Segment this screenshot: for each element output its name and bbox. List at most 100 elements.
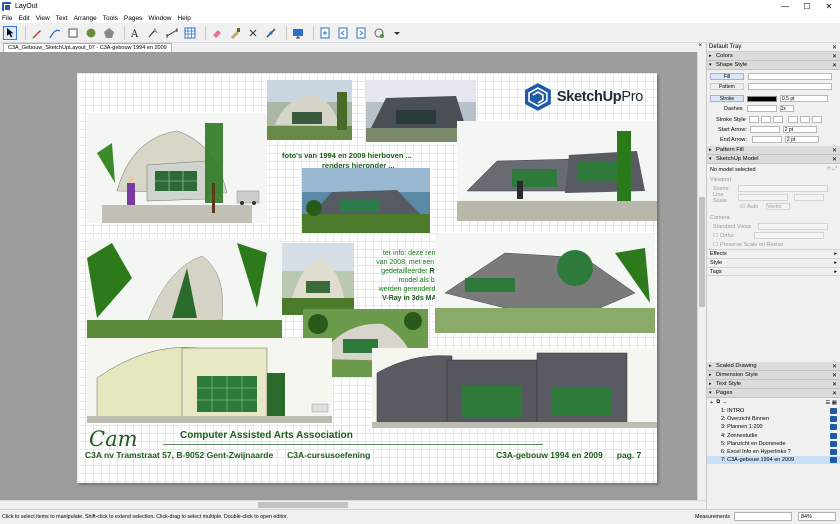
close-window-button[interactable]: ✕	[818, 0, 840, 13]
close-panel-icon[interactable]: ✕	[832, 372, 837, 379]
auto-checkbox[interactable]: ☑	[740, 204, 745, 210]
close-document-icon[interactable]: ×	[698, 43, 702, 49]
render-image-side-left[interactable]	[87, 238, 282, 338]
elevation-image-left[interactable]	[87, 338, 332, 423]
end-arrow-select[interactable]	[751, 136, 782, 143]
tray-close-icon[interactable]: ✕	[832, 44, 837, 51]
cap-style-button[interactable]	[772, 116, 783, 123]
layout-page[interactable]: SketchUpPro foto's van 1994 en 2009 hier…	[77, 73, 657, 483]
page-item-selected[interactable]: 7: C3A-gebouw 1994 en 2009	[707, 456, 840, 465]
page-item[interactable]: 5: Planzicht en Doorsnede	[707, 440, 840, 448]
next-page-icon[interactable]	[354, 26, 368, 40]
scene-select[interactable]	[738, 185, 828, 192]
panel-shape-style[interactable]: ▾ Shape Style ✕	[707, 61, 840, 70]
cap-style-button[interactable]	[760, 116, 771, 123]
presentation-icon[interactable]	[291, 26, 305, 40]
tags-label[interactable]: Tags	[710, 269, 722, 275]
zoom-select[interactable]: 84%	[798, 512, 836, 521]
stroke-color-swatch[interactable]	[747, 95, 777, 102]
panel-scaled-drawing[interactable]: ▸ Scaled Drawing ✕	[707, 362, 840, 371]
panel-pages[interactable]: ▾ Pages ✕	[707, 389, 840, 398]
stroke-button[interactable]: Stroke	[710, 95, 744, 102]
close-panel-icon[interactable]: ✕	[832, 381, 837, 388]
join-style-button[interactable]	[799, 116, 810, 123]
pattern-field[interactable]	[748, 83, 832, 90]
minimize-button[interactable]: —	[774, 0, 796, 13]
menu-text[interactable]: Text	[56, 15, 68, 22]
panel-pattern-fill[interactable]: ▸ Pattern Fill ✕	[707, 146, 840, 155]
document-tab[interactable]: C3A_Gebouw_SketchUpLayout_07 - C3A-gebou…	[3, 43, 172, 52]
scale-select[interactable]	[794, 194, 824, 201]
close-panel-icon[interactable]: ✕	[832, 390, 837, 397]
menu-window[interactable]: Window	[148, 15, 171, 22]
menu-view[interactable]: View	[36, 15, 50, 22]
start-arrow-size[interactable]: 2 pt	[782, 126, 817, 133]
circle-tool-icon[interactable]	[84, 26, 98, 40]
menu-pages[interactable]: Pages	[124, 15, 142, 22]
start-arrow-select[interactable]	[749, 126, 780, 133]
eraser-tool-icon[interactable]	[210, 26, 224, 40]
share-icon[interactable]	[372, 26, 386, 40]
drawing-canvas[interactable]: SketchUpPro foto's van 1994 en 2009 hier…	[0, 52, 697, 500]
horizontal-scrollbar[interactable]	[0, 500, 706, 509]
render-image-front-right[interactable]	[457, 121, 657, 221]
style-label[interactable]: Style	[710, 260, 722, 266]
chevron-right-icon[interactable]: ▸	[834, 251, 837, 257]
rectangle-tool-icon[interactable]	[66, 26, 80, 40]
join-style-button[interactable]	[811, 116, 822, 123]
end-arrow-size[interactable]: 2 pt	[784, 136, 819, 143]
panel-sketchup-model[interactable]: ▾ SketchUp Model ✕	[707, 155, 840, 164]
refresh-icon[interactable]: ⟳ ⤢	[826, 166, 837, 173]
vertical-scrollbar[interactable]	[697, 52, 706, 500]
table-tool-icon[interactable]	[183, 26, 197, 40]
close-panel-icon[interactable]: ✕	[832, 147, 837, 154]
page-item[interactable]: 1: INTRO	[707, 407, 840, 415]
polygon-tool-icon[interactable]	[102, 26, 116, 40]
close-panel-icon[interactable]: ✕	[832, 156, 837, 163]
panel-colors[interactable]: ▸ Colors ✕	[707, 52, 840, 61]
dashes-scale-field[interactable]: 1x	[779, 105, 794, 112]
cap-style-button[interactable]	[748, 116, 759, 123]
menu-arrange[interactable]: Arrange	[74, 15, 97, 22]
add-page-icon[interactable]	[318, 26, 332, 40]
add-page-icon[interactable]: +	[710, 400, 713, 406]
pattern-button[interactable]: Pattern	[710, 83, 744, 90]
ortho-scale-select[interactable]	[753, 232, 824, 239]
close-panel-icon[interactable]: ✕	[832, 53, 837, 60]
menu-edit[interactable]: Edit	[18, 15, 29, 22]
list-view-icon[interactable]: ☰ ▦	[825, 400, 837, 406]
page-item[interactable]: 4: Zonnestudie	[707, 432, 840, 440]
menu-tools[interactable]: Tools	[103, 15, 118, 22]
dimension-tool-icon[interactable]	[165, 26, 179, 40]
horizontal-scroll-thumb[interactable]	[258, 502, 348, 508]
fill-button[interactable]: Fill	[710, 73, 744, 80]
label-tool-icon[interactable]: A	[147, 26, 161, 40]
split-tool-icon[interactable]	[246, 26, 260, 40]
chevron-right-icon[interactable]: ▸	[834, 269, 837, 275]
style-tool-icon[interactable]	[228, 26, 242, 40]
render-image-center[interactable]	[302, 168, 430, 233]
page-item[interactable]: 6: Excel Info en Hyperlinks ?	[707, 448, 840, 456]
menu-help[interactable]: Help	[177, 15, 190, 22]
join-tool-icon[interactable]	[264, 26, 278, 40]
photo-1994-image[interactable]	[267, 80, 352, 140]
fill-color-field[interactable]	[748, 73, 832, 80]
render-mode-select[interactable]: Vector	[766, 203, 791, 210]
standard-views-select[interactable]	[758, 223, 828, 230]
maximize-button[interactable]: ☐	[796, 0, 818, 13]
vertical-scroll-thumb[interactable]	[699, 197, 705, 307]
delete-page-icon[interactable]: −	[723, 400, 726, 406]
ortho-checkbox[interactable]: ☐	[710, 233, 718, 239]
measurements-field[interactable]	[734, 512, 792, 521]
line-scale-field[interactable]	[738, 194, 788, 201]
elevation-image-right[interactable]	[372, 348, 657, 428]
close-panel-icon[interactable]: ✕	[832, 363, 837, 370]
panel-dimension-style[interactable]: ▸ Dimension Style ✕	[707, 371, 840, 380]
panel-text-style[interactable]: ▸ Text Style ✕	[707, 380, 840, 389]
page-item[interactable]: 2: Overzicht Binnen	[707, 415, 840, 423]
duplicate-page-icon[interactable]: ⧉	[716, 399, 720, 406]
close-panel-icon[interactable]: ✕	[832, 62, 837, 69]
render-image-small-center[interactable]	[282, 243, 354, 315]
select-tool-icon[interactable]	[3, 25, 17, 40]
line-tool-icon[interactable]	[48, 26, 62, 40]
